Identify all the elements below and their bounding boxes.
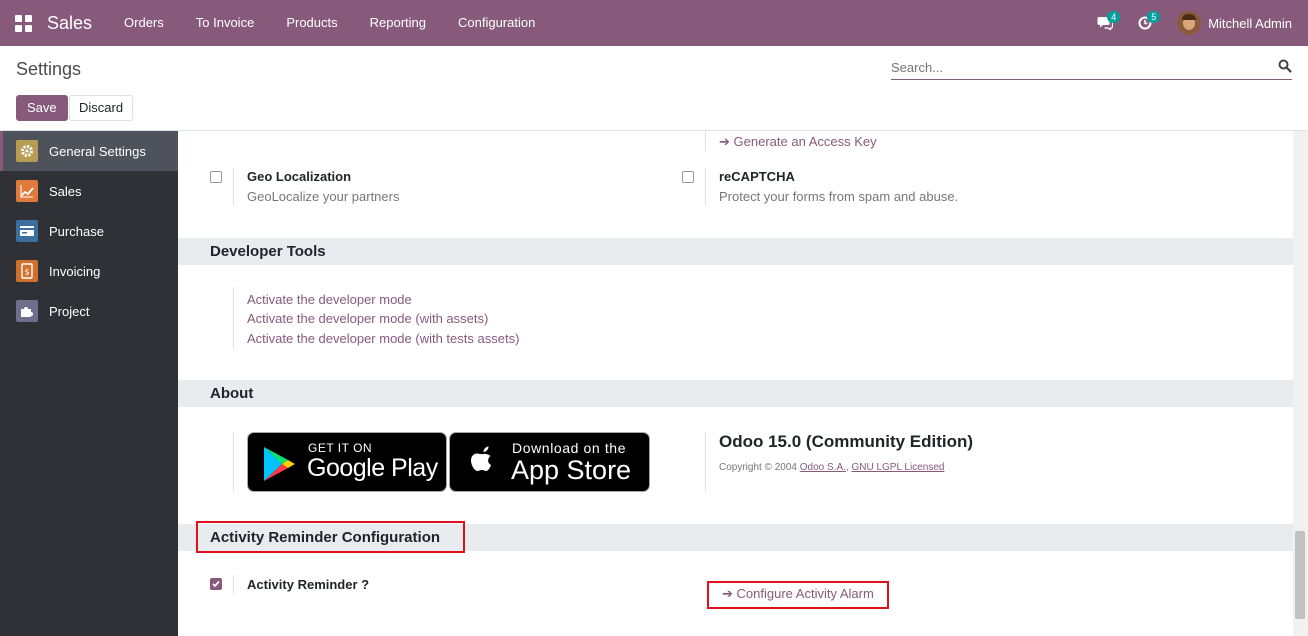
search-input[interactable] xyxy=(891,56,1261,78)
google-play-badge[interactable]: GET IT ON Google Play xyxy=(247,432,447,492)
save-button[interactable]: Save xyxy=(16,95,68,121)
sidebar-item-sales[interactable]: Sales xyxy=(0,171,178,211)
sidebar-item-label: General Settings xyxy=(49,143,146,159)
user-menu[interactable]: Mitchell Admin xyxy=(1165,11,1308,35)
activity-reminder-checkbox[interactable] xyxy=(210,578,222,590)
sidebar-item-label: Project xyxy=(49,303,90,319)
apps-menu-icon[interactable] xyxy=(0,0,46,46)
breadcrumb: Settings xyxy=(16,59,82,79)
sidebar-item-purchase[interactable]: Purchase xyxy=(0,211,178,251)
sidebar-item-invoicing[interactable]: $ Invoicing xyxy=(0,251,178,291)
puzzle-icon xyxy=(16,300,38,322)
scrollbar-thumb[interactable] xyxy=(1295,531,1305,619)
menu-configuration[interactable]: Configuration xyxy=(442,0,551,46)
content-scrollbar[interactable] xyxy=(1293,131,1308,636)
invoice-icon: $ xyxy=(16,260,38,282)
menu-to-invoice[interactable]: To Invoice xyxy=(180,0,271,46)
geo-localization-title: Geo Localization xyxy=(247,169,352,184)
messages-count-badge: 4 xyxy=(1107,11,1121,23)
discard-button[interactable]: Discard xyxy=(69,95,134,121)
activity-reminder-label: Activity Reminder ? xyxy=(247,577,370,592)
top-navbar: Sales Orders To Invoice Products Reporti… xyxy=(0,0,1308,46)
control-panel: Settings Save Discard xyxy=(0,46,1308,131)
sidebar-item-label: Purchase xyxy=(49,223,104,239)
highlight-box-activity-header xyxy=(196,521,465,553)
sidebar-item-general-settings[interactable]: General Settings xyxy=(0,131,178,171)
about-header: About xyxy=(178,380,1293,407)
menu-orders[interactable]: Orders xyxy=(108,0,180,46)
user-name: Mitchell Admin xyxy=(1208,15,1292,31)
arrow-right-icon: ➔ xyxy=(722,586,733,601)
search-bar xyxy=(891,56,1292,80)
divider xyxy=(233,575,234,595)
configure-activity-alarm-link[interactable]: ➔ Configure Activity Alarm xyxy=(722,586,874,602)
recaptcha-title: reCAPTCHA xyxy=(719,169,795,184)
app-store-badge[interactable]: Download on the App Store xyxy=(449,432,650,492)
activate-developer-mode-link[interactable]: Activate the developer mode xyxy=(247,292,412,307)
generate-access-key-link[interactable]: ➔ Generate an Access Key xyxy=(719,134,877,150)
divider xyxy=(705,131,706,151)
copyright-text: Copyright © 2004 Odoo S.A., GNU LGPL Lic… xyxy=(719,462,945,473)
sidebar-item-label: Sales xyxy=(49,183,82,199)
activities-count-badge: 5 xyxy=(1147,11,1161,23)
divider xyxy=(233,287,234,349)
messages-button[interactable]: 4 xyxy=(1085,0,1125,46)
geo-localization-desc: GeoLocalize your partners xyxy=(247,189,400,204)
link-label: Generate an Access Key xyxy=(733,134,877,149)
copyright-prefix: Copyright © 2004 xyxy=(719,462,797,473)
odoo-version-title: Odoo 15.0 (Community Edition) xyxy=(719,432,974,451)
check-icon xyxy=(212,580,220,588)
divider xyxy=(705,432,706,492)
activate-developer-mode-tests-link[interactable]: Activate the developer mode (with tests … xyxy=(247,331,519,346)
geo-localization-checkbox[interactable] xyxy=(210,171,222,183)
gear-icon xyxy=(16,140,38,162)
recaptcha-desc: Protect your forms from spam and abuse. xyxy=(719,189,959,204)
app-store-top-text: Download on the xyxy=(512,440,627,456)
sidebar-item-label: Invoicing xyxy=(49,263,101,279)
apple-icon xyxy=(471,446,491,471)
divider xyxy=(233,432,234,492)
link-label: Configure Activity Alarm xyxy=(736,586,874,601)
developer-tools-header: Developer Tools xyxy=(178,238,1293,265)
divider xyxy=(233,168,234,206)
google-play-bottom-text: Google Play xyxy=(307,454,438,482)
activities-button[interactable]: 5 xyxy=(1125,0,1165,46)
gnu-lgpl-link[interactable]: GNU LGPL Licensed xyxy=(851,462,944,473)
app-brand[interactable]: Sales xyxy=(47,13,92,34)
google-play-icon xyxy=(264,447,295,481)
menu-reporting[interactable]: Reporting xyxy=(354,0,442,46)
activate-developer-mode-assets-link[interactable]: Activate the developer mode (with assets… xyxy=(247,311,488,326)
credit-card-icon xyxy=(16,220,38,242)
arrow-right-icon: ➔ xyxy=(719,134,730,149)
search-icon[interactable] xyxy=(1278,59,1292,73)
settings-sidebar: General Settings Sales Purchase $ Invoic… xyxy=(0,131,178,636)
avatar xyxy=(1177,11,1202,35)
settings-content: ➔ Generate an Access Key Geo Localizatio… xyxy=(178,131,1293,636)
google-play-top-text: GET IT ON xyxy=(308,441,373,455)
chart-line-icon xyxy=(16,180,38,202)
app-store-bottom-text: App Store xyxy=(511,455,632,485)
sidebar-item-project[interactable]: Project xyxy=(0,291,178,331)
svg-text:$: $ xyxy=(24,268,29,277)
menu-products[interactable]: Products xyxy=(270,0,353,46)
recaptcha-checkbox[interactable] xyxy=(682,171,694,183)
divider xyxy=(705,168,706,206)
odoo-sa-link[interactable]: Odoo S.A. xyxy=(800,462,846,473)
